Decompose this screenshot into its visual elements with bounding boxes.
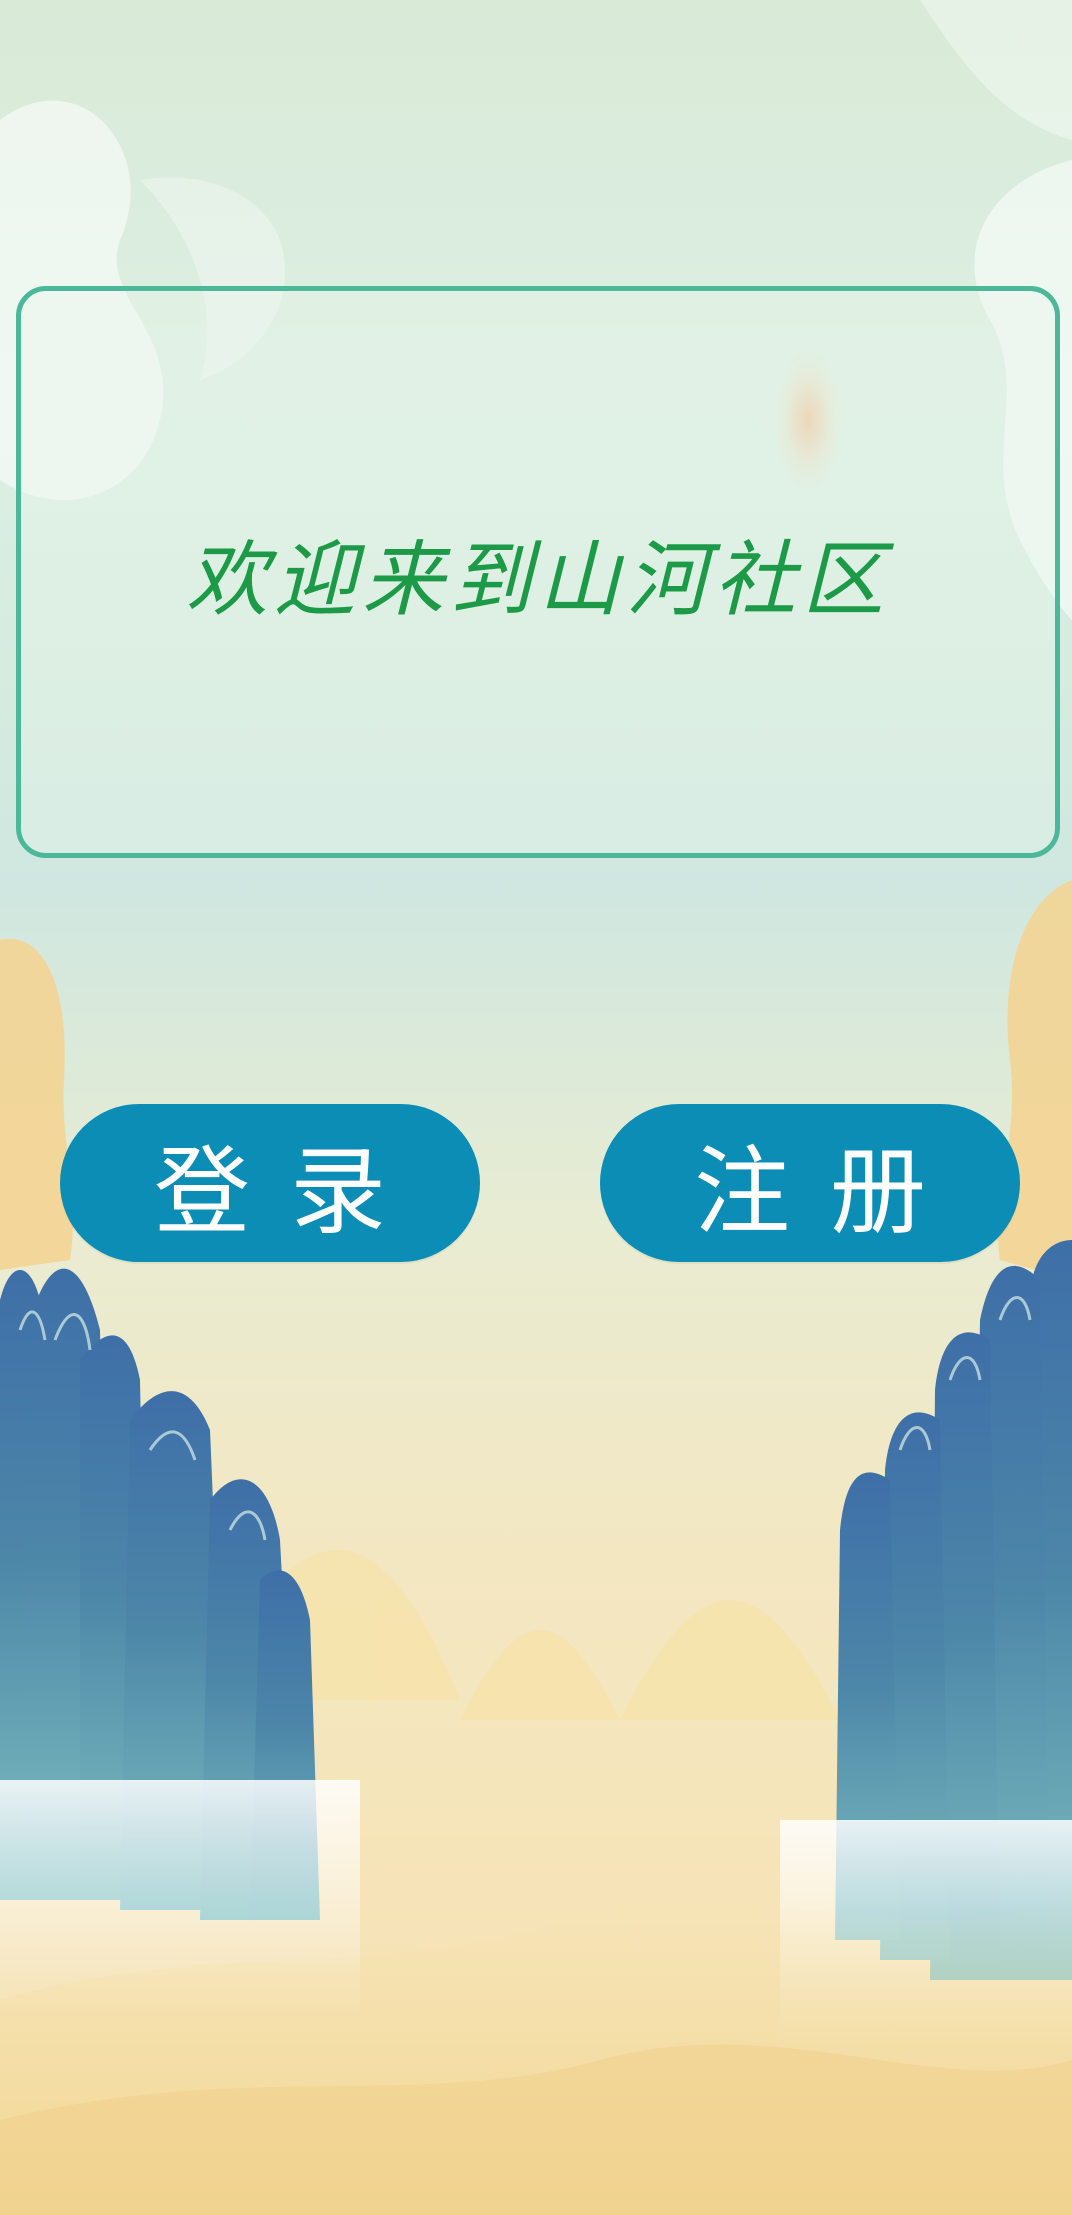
register-button[interactable]: 注册 bbox=[600, 1104, 1020, 1262]
left-yellow-cliff bbox=[0, 938, 73, 1270]
login-button[interactable]: 登录 bbox=[60, 1104, 480, 1262]
welcome-card: 欢迎来到山河社区 bbox=[16, 286, 1060, 858]
welcome-title: 欢迎来到山河社区 bbox=[186, 532, 890, 628]
